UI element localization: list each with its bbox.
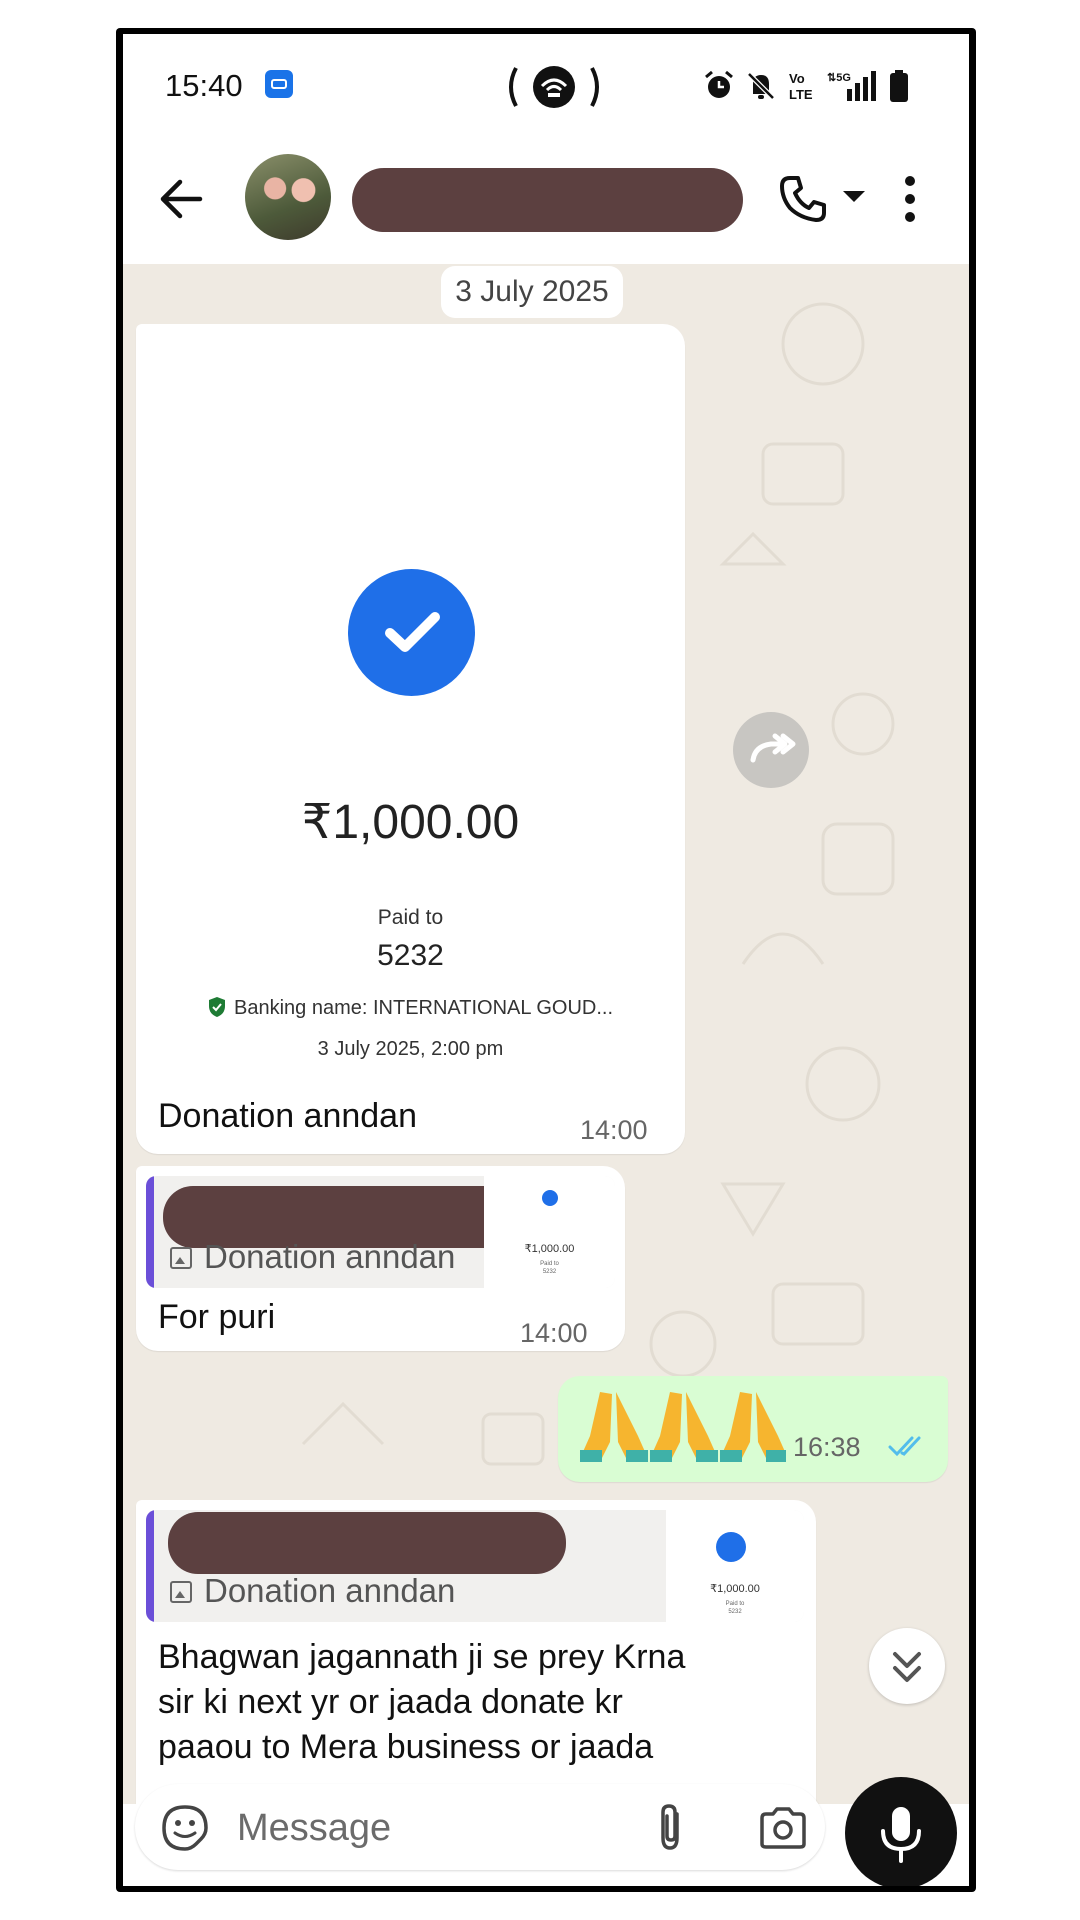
message-composer: [135, 1784, 825, 1870]
status-icons: Vo LTE ⇅5G: [703, 66, 909, 106]
message-time: 16:38: [793, 1432, 861, 1462]
hotspot-icon: [509, 66, 599, 108]
quoted-thumbnail: ₹1,000.00 Paid to 5232: [484, 1176, 615, 1288]
contact-avatar[interactable]: [245, 154, 331, 240]
svg-text:LTE: LTE: [789, 87, 813, 102]
attach-icon[interactable]: [653, 1802, 687, 1852]
sticker-icon[interactable]: [161, 1804, 209, 1852]
5g-signal-icon: ⇅5G: [827, 71, 876, 101]
quote-accent-bar: [146, 1176, 154, 1288]
message-text: Bhagwan jagannath ji se prey Krna sir ki…: [158, 1635, 758, 1770]
scroll-to-bottom-button[interactable]: [869, 1628, 945, 1704]
message-line: paaou to Mera business or jaada: [158, 1728, 654, 1766]
forward-icon: [750, 733, 796, 763]
outgoing-message[interactable]: 16:38: [558, 1376, 948, 1482]
payee-id: 5232: [377, 939, 444, 972]
reply-message[interactable]: Donation anndan ₹1,000.00 Paid to 5232 B…: [136, 1500, 816, 1804]
quoted-text: Donation anndan: [204, 1238, 456, 1275]
message-text: For puri: [158, 1298, 276, 1336]
message-caption: Donation anndan: [158, 1097, 418, 1135]
contact-name-redacted[interactable]: [352, 168, 743, 232]
battery-icon: [890, 70, 908, 102]
back-arrow-icon[interactable]: [158, 176, 204, 222]
quoted-sender-redacted: [168, 1512, 566, 1574]
quoted-thumbnail: ₹1,000.00 Paid to 5232: [666, 1510, 804, 1622]
payment-datetime: 3 July 2025, 2:00 pm: [317, 1038, 504, 1060]
quoted-text-row: Donation anndan: [170, 1238, 455, 1276]
svg-text:⇅5G: ⇅5G: [827, 72, 851, 84]
payment-amount: ₹1,000.00: [301, 796, 520, 849]
banking-name: Banking name: INTERNATIONAL GOUD...: [234, 997, 613, 1019]
microphone-icon: [881, 1807, 921, 1863]
folded-hands-icon: [580, 1392, 786, 1462]
voice-message-button[interactable]: [845, 1777, 957, 1886]
forward-button[interactable]: [733, 712, 809, 788]
quote-accent-bar: [146, 1510, 154, 1622]
more-vertical-icon[interactable]: [904, 174, 916, 224]
payment-success-check-icon: [348, 569, 475, 696]
double-chevron-down-icon: [893, 1652, 921, 1682]
read-ticks-icon: [888, 1436, 921, 1457]
quoted-text: Donation anndan: [204, 1572, 456, 1609]
thumbnail-payee: 5232: [542, 1269, 557, 1275]
volte-icon: Vo LTE: [789, 71, 813, 102]
whatsapp-chat-screen: 15:40 Vo LTE ⇅5G 3 July 2025 ₹1,000.00 P…: [123, 34, 969, 1886]
verified-shield-icon: [209, 997, 225, 1017]
thumbnail-check-icon: [542, 1190, 558, 1206]
phone-icon[interactable]: [778, 174, 828, 224]
date-separator: 3 July 2025: [441, 266, 623, 318]
reply-message[interactable]: Donation anndan ₹1,000.00 Paid to 5232 F…: [136, 1166, 625, 1351]
image-icon: [170, 1581, 192, 1603]
thumbnail-amount: ₹1,000.00: [710, 1583, 760, 1595]
thumbnail-amount: ₹1,000.00: [524, 1243, 575, 1255]
status-bar: 15:40 Vo LTE ⇅5G: [123, 34, 969, 134]
quoted-message[interactable]: Donation anndan ₹1,000.00 Paid to 5232: [146, 1176, 615, 1288]
thumbnail-payee: 5232: [728, 1609, 742, 1615]
svg-text:Vo: Vo: [789, 71, 805, 86]
caret-down-icon[interactable]: [843, 191, 865, 202]
message-time: 14:00: [580, 1115, 648, 1145]
gallery-notification-icon: [265, 70, 293, 98]
thumbnail-paid-to: Paid to: [725, 1601, 745, 1607]
message-line: sir ki next yr or jaada donate kr: [158, 1683, 623, 1721]
message-input[interactable]: [235, 1794, 619, 1862]
image-icon: [170, 1247, 192, 1269]
prayer-hands-emojis: [576, 1390, 786, 1466]
chat-area[interactable]: 3 July 2025 ₹1,000.00 Paid to 5232 Banki…: [123, 264, 969, 1804]
payment-screenshot-message[interactable]: ₹1,000.00 Paid to 5232 Banking name: INT…: [136, 324, 685, 1154]
paid-to-label: Paid to: [377, 906, 444, 929]
quoted-text-row: Donation anndan: [170, 1572, 455, 1610]
banking-name-row: Banking name: INTERNATIONAL GOUD...: [136, 996, 685, 1020]
thumbnail-paid-to: Paid to: [540, 1261, 559, 1267]
chat-header: [123, 134, 969, 264]
thumbnail-check-icon: [716, 1532, 746, 1562]
alarm-icon: [705, 70, 733, 98]
mute-icon: [747, 72, 775, 100]
message-line: Bhagwan jagannath ji se prey Krna: [158, 1638, 686, 1676]
message-time: 14:00: [520, 1318, 588, 1348]
camera-icon[interactable]: [758, 1806, 808, 1850]
quoted-message[interactable]: Donation anndan ₹1,000.00 Paid to 5232: [146, 1510, 804, 1622]
status-time: 15:40: [165, 68, 243, 103]
